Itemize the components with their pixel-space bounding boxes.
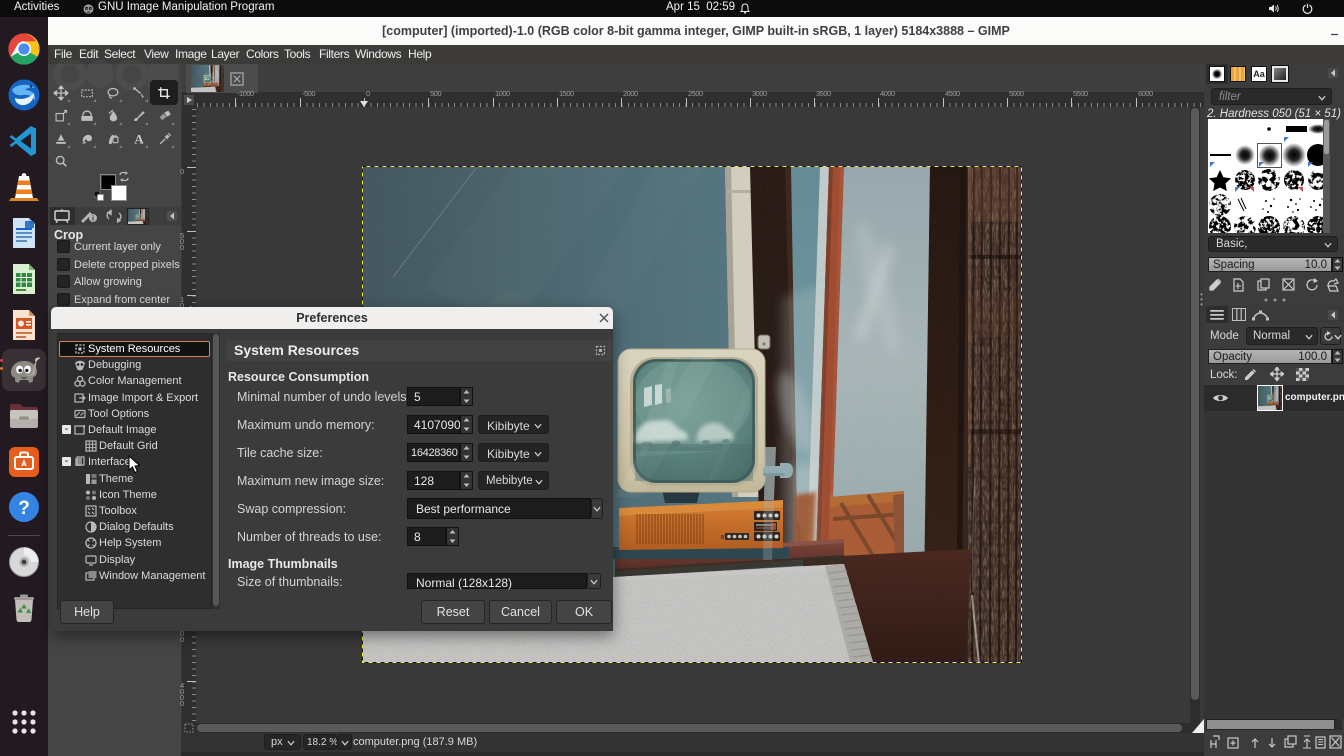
- svg-text:?: ?: [18, 498, 30, 519]
- svg-text:i: i: [92, 216, 94, 223]
- svg-text:A: A: [134, 132, 144, 147]
